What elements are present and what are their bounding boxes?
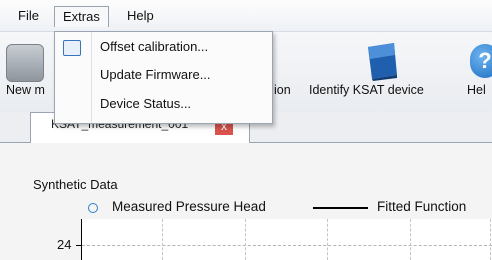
menu-item-device-status[interactable]: Device Status... bbox=[100, 93, 191, 115]
calibration-icon bbox=[63, 40, 81, 56]
grid-line-horizontal bbox=[82, 245, 492, 246]
legend-measured-pressure-head: Measured Pressure Head bbox=[112, 199, 266, 214]
ksat-device-icon[interactable] bbox=[364, 41, 400, 81]
new-measurement-icon[interactable] bbox=[6, 44, 44, 82]
menu-item-update-firmware[interactable]: Update Firmware... bbox=[100, 64, 211, 86]
menu-icon-gutter-divider bbox=[91, 32, 92, 123]
help-button[interactable]: Hel bbox=[467, 83, 486, 97]
calibration-button-label[interactable]: ion bbox=[274, 83, 291, 97]
menu-file[interactable]: File bbox=[18, 7, 39, 25]
grid-line-vertical bbox=[245, 219, 246, 260]
menu-extras[interactable]: Extras bbox=[54, 6, 109, 27]
plot-axes bbox=[81, 219, 492, 260]
grid-line-vertical bbox=[410, 219, 411, 260]
legend-line-marker bbox=[313, 207, 368, 209]
legend-fitted-function: Fitted Function bbox=[377, 199, 467, 214]
extras-dropdown-menu: Offset calibration... Update Firmware...… bbox=[54, 31, 273, 124]
chart-title: Synthetic Data bbox=[33, 177, 118, 192]
grid-line-vertical bbox=[162, 219, 163, 260]
menu-bar: File Extras Help bbox=[0, 0, 492, 32]
grid-line-vertical bbox=[327, 219, 328, 260]
grid-line-vertical bbox=[490, 219, 491, 260]
y-tick-label: 24 bbox=[57, 237, 72, 252]
menu-help[interactable]: Help bbox=[127, 7, 154, 25]
legend-circle-marker bbox=[88, 203, 98, 213]
menu-item-offset-calibration[interactable]: Offset calibration... bbox=[100, 36, 208, 58]
identify-ksat-device-button[interactable]: Identify KSAT device bbox=[309, 83, 424, 97]
help-icon[interactable]: ? bbox=[470, 44, 492, 78]
new-measurement-button[interactable]: New m bbox=[6, 83, 45, 97]
